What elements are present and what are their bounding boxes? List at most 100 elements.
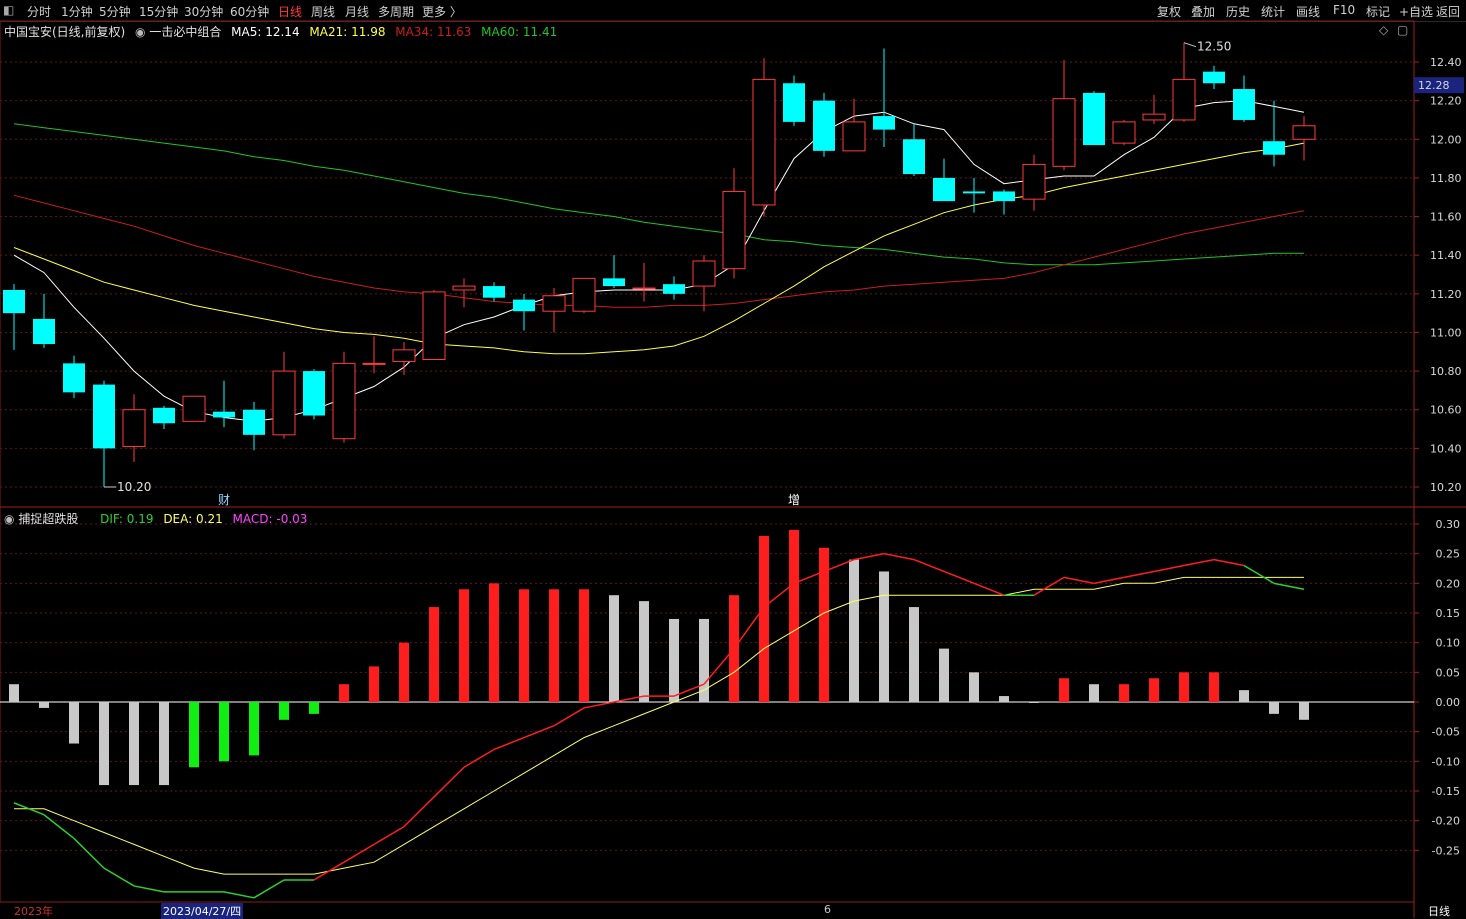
- dif-segment: [1183, 558, 1215, 567]
- indicator-toggle-icon[interactable]: ◉: [135, 25, 145, 39]
- macd-bar: [609, 595, 619, 702]
- dif-segment: [943, 570, 975, 585]
- macd-bar: [249, 702, 259, 756]
- macd-bar: [1149, 678, 1159, 702]
- candle-body-down: [33, 318, 55, 345]
- dif-segment: [403, 796, 435, 828]
- ma34-label: MA34: 11.63: [395, 25, 472, 39]
- macd-bar: [909, 607, 919, 702]
- candle-body-up: [572, 277, 596, 312]
- macd-bar: [99, 702, 109, 786]
- zeng-event-mark: 增: [788, 493, 800, 507]
- candle-body-down: [153, 407, 175, 424]
- ma21-label: MA21: 11.98: [309, 25, 386, 39]
- candle-body-down: [963, 191, 985, 194]
- dea-line: [14, 576, 1304, 875]
- dif-segment: [103, 867, 135, 887]
- dif-segment: [343, 843, 375, 863]
- candle-body-down: [813, 100, 835, 151]
- dif-segment: [883, 552, 915, 561]
- dif-segment: [433, 766, 465, 798]
- macd-bar: [789, 529, 799, 702]
- dea-label: DEA: 0.21: [163, 512, 223, 526]
- dif-segment: [1273, 582, 1305, 591]
- dif-segment: [493, 736, 525, 751]
- dif-segment: [973, 582, 1005, 596]
- low-price-label: 10.20: [117, 480, 151, 494]
- macd-bar: [369, 666, 379, 702]
- macd-bar: [579, 589, 589, 702]
- high-price-label: 12.50: [1197, 40, 1231, 54]
- candle-body-down: [243, 409, 265, 435]
- candle-body-up: [332, 362, 356, 440]
- price-tick-label: 11.00: [1430, 326, 1462, 339]
- dif-segment: [223, 891, 255, 899]
- sub-info-bar: ◉ 捕捉超跌股 DIF: 0.19 DEA: 0.21 MACD: -0.03: [4, 510, 307, 527]
- ma60-line: [13, 123, 1304, 266]
- macd-bar: [999, 696, 1009, 702]
- candle-body-down: [63, 363, 85, 393]
- macd-tick-label: 0.00: [1436, 696, 1461, 709]
- price-tick-label: 12.00: [1430, 133, 1462, 146]
- candle-body-up: [1022, 163, 1046, 200]
- price-tick-label: 11.80: [1430, 172, 1462, 185]
- indicator-name: 一击必中组合: [149, 25, 222, 39]
- candle-body-up: [752, 78, 776, 206]
- macd-bar: [279, 702, 289, 720]
- cai-event-mark: 财: [218, 493, 230, 507]
- macd-bar: [129, 702, 139, 786]
- dif-label: DIF: 0.19: [100, 512, 154, 526]
- candle-body-down: [993, 191, 1015, 202]
- macd-bar: [759, 535, 769, 702]
- dif-segment: [463, 748, 495, 768]
- candle-body-down: [783, 83, 805, 122]
- macd-bar: [159, 702, 169, 786]
- candle-body-down: [513, 299, 535, 312]
- candle-body-down: [873, 116, 895, 130]
- price-tick-label: 11.60: [1430, 211, 1462, 224]
- candle-body-up: [1112, 121, 1136, 144]
- dif-segment: [853, 552, 885, 561]
- macd-bar: [1119, 684, 1129, 702]
- date-bar: 2023年 2023/04/27/四 6 日线: [0, 903, 1466, 919]
- macd-bar: [69, 702, 79, 744]
- macd-tick-label: -0.20: [1432, 815, 1460, 828]
- candle-body-up: [722, 190, 746, 270]
- macd-bar: [219, 702, 229, 762]
- candle-body-up: [692, 260, 716, 287]
- dif-segment: [1033, 576, 1065, 596]
- macd-bar: [879, 571, 889, 702]
- dif-segment: [1243, 564, 1275, 584]
- current-price-label: 12.28: [1418, 79, 1450, 92]
- candle-body-down: [303, 371, 325, 416]
- dif-segment: [1153, 564, 1185, 573]
- dif-segment: [73, 837, 105, 869]
- price-tick-label: 11.40: [1430, 249, 1462, 262]
- candle-body-down: [1083, 92, 1105, 146]
- window-icon[interactable]: ▢: [1397, 23, 1408, 37]
- macd-label: MACD: -0.03: [232, 512, 308, 526]
- dif-segment: [313, 861, 345, 881]
- macd-tick-label: -0.05: [1432, 726, 1460, 739]
- year-label: 2023年: [14, 905, 53, 918]
- candle-body-down: [933, 177, 955, 202]
- sub-toggle-icon[interactable]: ◉: [4, 512, 14, 526]
- period-label: 日线: [1428, 905, 1450, 918]
- dif-segment: [523, 725, 555, 739]
- stock-title: 中国宝安(日线,前复权): [4, 25, 126, 39]
- price-tick-label: 10.60: [1430, 404, 1462, 417]
- price-tick-label: 12.20: [1430, 95, 1462, 108]
- candle-body-down: [483, 286, 505, 298]
- dif-segment: [913, 558, 945, 573]
- price-tick-label: 10.80: [1430, 365, 1462, 378]
- macd-tick-label: 0.05: [1436, 666, 1461, 679]
- macd-tick-label: 0.10: [1436, 637, 1461, 650]
- macd-bar: [399, 642, 409, 702]
- candle-body-down: [603, 278, 625, 287]
- diamond-icon[interactable]: ◇: [1379, 23, 1388, 37]
- macd-bar: [489, 583, 499, 702]
- candle-body-down: [1203, 71, 1225, 84]
- macd-tick-label: 0.25: [1436, 548, 1461, 561]
- candle-body-up: [362, 362, 386, 365]
- dif-segment: [1213, 558, 1245, 567]
